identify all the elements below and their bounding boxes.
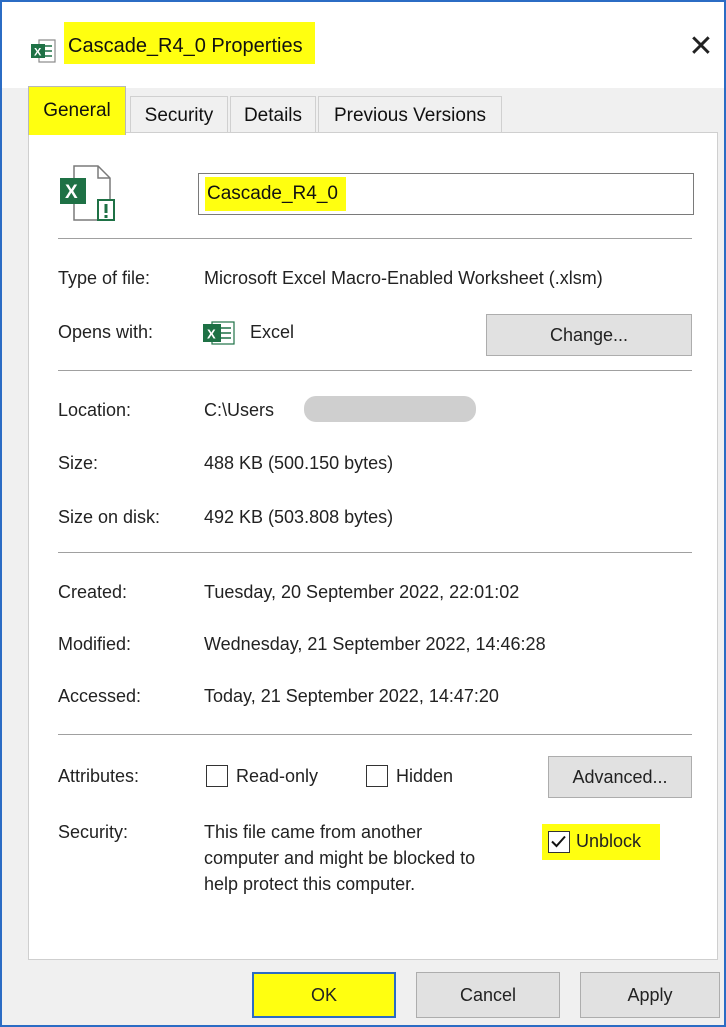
- unblock-label[interactable]: Unblock: [576, 831, 641, 852]
- created-label: Created:: [58, 582, 128, 602]
- advanced-button[interactable]: Advanced...: [548, 756, 692, 798]
- file-name-value: Cascade_R4_0: [205, 177, 346, 211]
- read-only-checkbox[interactable]: [206, 765, 228, 787]
- separator: [58, 734, 692, 735]
- tab-previous-versions-label: Previous Versions: [333, 104, 487, 126]
- advanced-button-label: Advanced...: [572, 766, 668, 787]
- checkmark-icon: [551, 835, 566, 848]
- modified-label: Modified:: [58, 634, 132, 654]
- separator: [58, 552, 692, 553]
- type-of-file-label: Type of file:: [58, 268, 151, 288]
- modified-value: Wednesday, 21 September 2022, 14:46:28: [204, 634, 546, 654]
- svg-text:X: X: [65, 182, 78, 203]
- accessed-value: Today, 21 September 2022, 14:47:20: [204, 686, 499, 706]
- hidden-label[interactable]: Hidden: [396, 766, 453, 787]
- window-title: Cascade_R4_0 Properties: [64, 22, 315, 64]
- svg-text:X: X: [207, 327, 216, 342]
- tab-general-label: General: [43, 100, 111, 121]
- change-button[interactable]: Change...: [486, 314, 692, 356]
- hidden-checkbox[interactable]: [366, 765, 388, 787]
- security-message-line-3: help protect this computer.: [204, 874, 416, 894]
- excel-macro-file-icon: X: [60, 165, 115, 221]
- accessed-label: Accessed:: [58, 686, 142, 706]
- size-value: 488 KB (500.150 bytes): [204, 453, 394, 473]
- tab-general[interactable]: General: [28, 86, 126, 135]
- security-message-line-1: This file came from another: [204, 822, 423, 842]
- opens-with-label: Opens with:: [58, 322, 154, 342]
- tab-details[interactable]: Details: [230, 96, 316, 134]
- attributes-label: Attributes:: [58, 766, 140, 786]
- cancel-button-label: Cancel: [459, 984, 517, 1005]
- location-value: C:\Users: [204, 400, 275, 420]
- properties-window: X Cascade_R4_0 Properties ✕ General Secu…: [0, 0, 726, 1027]
- close-button[interactable]: ✕: [678, 24, 724, 68]
- security-message-line-2: computer and might be blocked to: [204, 848, 476, 868]
- cancel-button[interactable]: Cancel: [416, 972, 560, 1018]
- close-icon: ✕: [688, 28, 714, 64]
- separator: [58, 238, 692, 239]
- change-button-label: Change...: [549, 324, 629, 345]
- size-on-disk-label: Size on disk:: [58, 507, 161, 527]
- size-label: Size:: [58, 453, 99, 473]
- read-only-label[interactable]: Read-only: [236, 766, 318, 787]
- location-label: Location:: [58, 400, 132, 420]
- ok-button[interactable]: OK: [252, 972, 396, 1018]
- separator: [58, 370, 692, 371]
- ok-button-label: OK: [310, 984, 337, 1005]
- title-bar: X Cascade_R4_0 Properties ✕: [2, 2, 724, 88]
- apply-button-label: Apply: [627, 984, 673, 1005]
- tab-details-label: Details: [243, 104, 303, 126]
- size-on-disk-value: 492 KB (503.808 bytes): [204, 507, 394, 527]
- created-value: Tuesday, 20 September 2022, 22:01:02: [204, 582, 520, 602]
- opens-with-value: Excel: [250, 322, 295, 342]
- security-label: Security:: [58, 822, 129, 842]
- file-name-field[interactable]: Cascade_R4_0: [198, 173, 694, 215]
- tab-security-label: Security: [144, 104, 214, 126]
- excel-file-icon: X: [31, 39, 56, 63]
- unblock-checkbox[interactable]: [548, 831, 570, 853]
- type-of-file-value: Microsoft Excel Macro-Enabled Worksheet …: [204, 268, 603, 288]
- excel-icon: X: [203, 321, 235, 345]
- apply-button[interactable]: Apply: [580, 972, 720, 1018]
- tab-previous-versions[interactable]: Previous Versions: [318, 96, 502, 134]
- tab-security[interactable]: Security: [130, 96, 228, 134]
- svg-text:X: X: [34, 47, 42, 59]
- redacted-path: [304, 396, 476, 422]
